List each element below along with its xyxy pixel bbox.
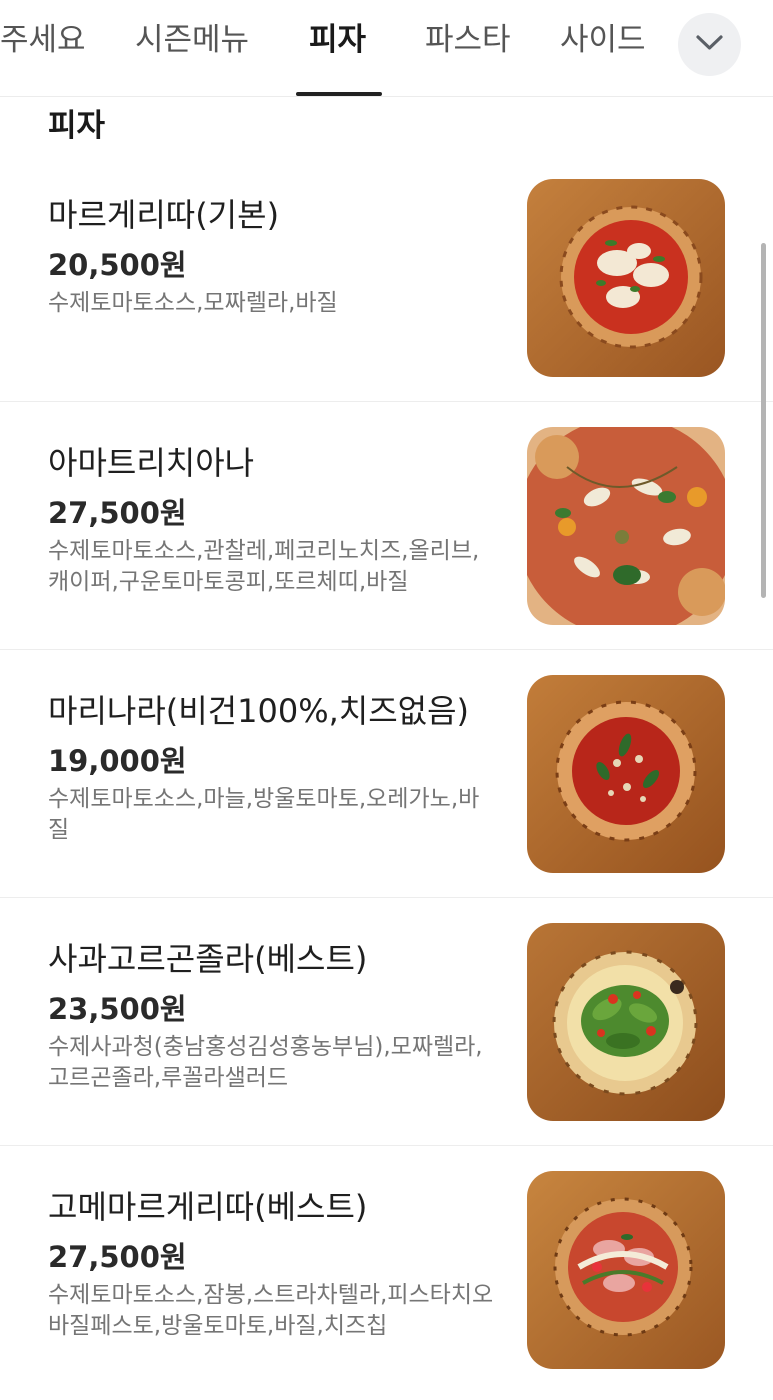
tab-request[interactable]: 주세요 (0, 18, 86, 62)
menu-item[interactable]: 마르게리따(기본) 20,500원 수제토마토소스,모짜렐라,바질 (0, 154, 773, 402)
item-name: 마리나라(비건100%,치즈없음) (48, 692, 470, 730)
menu-page: 주세요 시즌메뉴 피자 파스타 사이드 피자 마르게리따(기본) 20,500원… (0, 0, 773, 1400)
item-price: 27,500원 (48, 1240, 187, 1274)
category-tabbar: 주세요 시즌메뉴 피자 파스타 사이드 (0, 0, 773, 97)
item-price: 27,500원 (48, 496, 187, 530)
item-description: 수제토마토소스,잠봉,스트라차텔라,피스타치오바질페스토,방울토마토,바질,치즈… (48, 1282, 494, 1339)
item-description: 수제토마토소스,모짜렐라,바질 (48, 290, 338, 316)
item-name: 사과고르곤졸라(베스트) (48, 940, 368, 978)
menu-item[interactable]: 사과고르곤졸라(베스트) 23,500원 수제사과청(충남홍성김성홍농부님),모… (0, 898, 773, 1146)
item-description: 수제토마토소스,마늘,방울토마토,오레가노,바질 (48, 786, 480, 843)
menu-item[interactable]: 아마트리치아나 27,500원 수제토마토소스,관찰레,페코리노치즈,올리브,캐… (0, 402, 773, 650)
item-description: 수제토마토소스,관찰레,페코리노치즈,올리브,캐이퍼,구운토마토콩피,또르체띠,… (48, 538, 480, 595)
active-tab-indicator (296, 92, 382, 96)
item-name: 고메마르게리따(베스트) (48, 1188, 368, 1226)
menu-item[interactable]: 고메마르게리따(베스트) 27,500원 수제토마토소스,잠봉,스트라차텔라,피… (0, 1146, 773, 1393)
amatriciana-pizza-photo (527, 427, 725, 625)
item-price: 19,000원 (48, 744, 187, 778)
item-name: 마르게리따(기본) (48, 196, 280, 234)
item-name: 아마트리치아나 (48, 444, 255, 482)
tab-pasta[interactable]: 파스타 (425, 18, 511, 62)
marinara-pizza-photo (527, 675, 725, 873)
item-price: 20,500원 (48, 248, 187, 282)
section-title: 피자 (48, 108, 106, 144)
item-description: 수제사과청(충남홍성김성홍농부님),모짜렐라,고르곤졸라,루꼴라샐러드 (48, 1034, 483, 1091)
apple-gorgonzola-pizza-photo (527, 923, 725, 1121)
more-categories-button[interactable] (678, 13, 741, 76)
menu-item[interactable]: 마리나라(비건100%,치즈없음) 19,000원 수제토마토소스,마늘,방울토… (0, 650, 773, 898)
tab-side[interactable]: 사이드 (560, 18, 646, 62)
gourmet-margherita-pizza-photo (527, 1171, 725, 1369)
tab-season-menu[interactable]: 시즌메뉴 (135, 18, 249, 62)
scrollbar[interactable] (761, 243, 766, 598)
chevron-down-icon (696, 35, 723, 50)
margherita-pizza-photo (527, 179, 725, 377)
tab-pizza[interactable]: 피자 (309, 18, 366, 62)
item-price: 23,500원 (48, 992, 187, 1026)
